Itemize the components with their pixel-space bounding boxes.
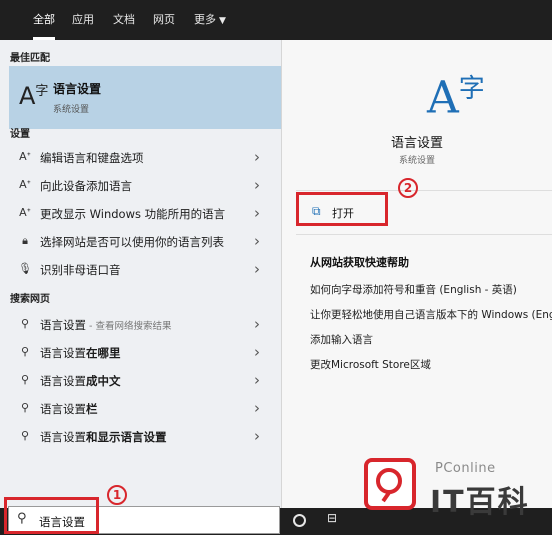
search-icon: ⚲	[20, 429, 30, 442]
chevron-right-icon: ›	[254, 315, 260, 333]
language-icon: Aᐩ	[19, 178, 31, 191]
divider	[296, 190, 552, 191]
best-match-heading: 最佳匹配	[10, 53, 50, 64]
help-heading: 从网站获取快速帮助	[310, 256, 409, 269]
settings-item-display-language[interactable]: Aᐩ 更改显示 Windows 功能所用的语言 ›	[0, 199, 281, 227]
tab-more[interactable]: 更多 ▼	[194, 0, 226, 40]
language-settings-large-icon: A字	[427, 72, 485, 124]
settings-item-label: 向此设备添加语言	[40, 179, 132, 193]
annotation-step-2: 2	[398, 178, 418, 198]
annotation-step-1: 1	[107, 485, 127, 505]
help-link[interactable]: 让你更轻松地使用自己语言版本下的 Windows (Engl	[310, 307, 552, 322]
best-match-result[interactable]: A字 语言设置 系统设置	[9, 66, 281, 129]
language-icon: Aᐩ	[19, 206, 31, 219]
detail-panel: A字 语言设置 系统设置 ⧉ 打开 从网站获取快速帮助 如何向字母添加符号和重音…	[282, 40, 552, 508]
web-result-item[interactable]: ⚲ 语言设置栏 ›	[0, 394, 281, 422]
settings-item-label: 更改显示 Windows 功能所用的语言	[40, 207, 226, 221]
language-icon: Aᐩ	[19, 150, 31, 163]
web-result-label: 语言设置栏	[40, 402, 98, 416]
search-icon: ⚲	[20, 317, 30, 330]
settings-item-add-language[interactable]: Aᐩ 向此设备添加语言 ›	[0, 171, 281, 199]
web-result-label: 语言设置和显示语言设置	[40, 430, 167, 444]
language-settings-icon: A字	[19, 82, 49, 110]
tab-all[interactable]: 全部	[33, 0, 55, 40]
divider	[296, 234, 552, 235]
tab-apps[interactable]: 应用	[72, 0, 94, 40]
annotation-box-open	[296, 192, 388, 226]
help-link[interactable]: 更改Microsoft Store区域	[310, 357, 431, 372]
search-icon: ⚲	[20, 345, 30, 358]
web-result-label: 语言设置 - 查看网络搜索结果	[40, 318, 172, 332]
settings-item-label: 编辑语言和键盘选项	[40, 151, 144, 165]
chevron-right-icon: ›	[254, 427, 260, 445]
microphone-icon: 🎙︎	[18, 262, 32, 275]
settings-heading: 设置	[10, 129, 30, 140]
pconline-logo	[364, 458, 416, 510]
settings-item-label: 识别非母语口音	[40, 263, 121, 277]
detail-title: 语言设置	[390, 136, 443, 151]
settings-item-website-language-list[interactable]: 🔒︎ 选择网站是否可以使用你的语言列表 ›	[0, 227, 281, 255]
web-result-label: 语言设置成中文	[40, 374, 121, 388]
tab-more-label: 更多	[194, 13, 216, 26]
chevron-right-icon: ›	[254, 232, 260, 250]
tab-web[interactable]: 网页	[153, 0, 175, 40]
settings-item-label: 选择网站是否可以使用你的语言列表	[40, 235, 224, 249]
best-match-title: 语言设置	[53, 82, 102, 96]
watermark-brand: PConline	[435, 461, 496, 476]
detail-subtitle: 系统设置	[398, 156, 435, 166]
web-result-item[interactable]: ⚲ 语言设置和显示语言设置 ›	[0, 422, 281, 450]
chevron-down-icon: ▼	[219, 16, 226, 26]
chevron-right-icon: ›	[254, 204, 260, 222]
help-link[interactable]: 如何向字母添加符号和重音 (English - 英语)	[310, 282, 517, 297]
lock-icon: 🔒︎	[22, 234, 28, 247]
help-link[interactable]: 添加输入语言	[310, 332, 373, 347]
tab-documents[interactable]: 文档	[113, 0, 135, 40]
chevron-right-icon: ›	[254, 176, 260, 194]
chevron-right-icon: ›	[254, 371, 260, 389]
watermark-name: IT百科	[430, 485, 530, 520]
search-icon: ⚲	[20, 401, 30, 414]
web-search-heading: 搜索网页	[10, 294, 50, 305]
search-icon: ⚲	[20, 373, 30, 386]
task-view-icon[interactable]: ⊟	[327, 511, 337, 525]
cortana-icon[interactable]	[293, 514, 306, 527]
web-result-item[interactable]: ⚲ 语言设置在哪里 ›	[0, 338, 281, 366]
web-result-label: 语言设置在哪里	[40, 346, 121, 360]
settings-item-accent-recognition[interactable]: 🎙︎ 识别非母语口音 ›	[0, 255, 281, 283]
chevron-right-icon: ›	[254, 399, 260, 417]
web-result-item[interactable]: ⚲ 语言设置成中文 ›	[0, 366, 281, 394]
annotation-box-search	[4, 497, 99, 534]
web-result-item[interactable]: ⚲ 语言设置 - 查看网络搜索结果 ›	[0, 310, 281, 338]
chevron-right-icon: ›	[254, 343, 260, 361]
filter-tab-bar: 全部 应用 文档 网页 更多 ▼	[0, 0, 552, 40]
chevron-right-icon: ›	[254, 260, 260, 278]
results-panel: 最佳匹配 A字 语言设置 系统设置 设置 Aᐩ 编辑语言和键盘选项 › Aᐩ 向…	[0, 40, 281, 508]
best-match-subtitle: 系统设置	[53, 105, 90, 115]
chevron-right-icon: ›	[254, 148, 260, 166]
settings-item-edit-language-keyboard[interactable]: Aᐩ 编辑语言和键盘选项 ›	[0, 143, 281, 171]
